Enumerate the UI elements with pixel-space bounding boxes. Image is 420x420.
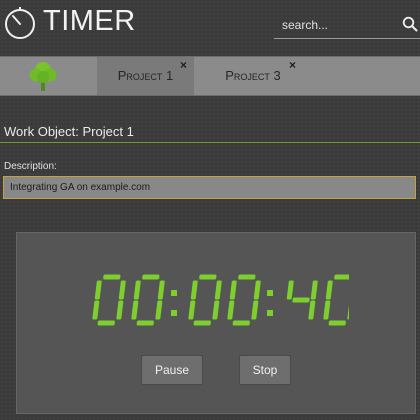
timer-digit — [227, 274, 261, 326]
digit-segment — [310, 280, 318, 300]
colon-dot — [171, 290, 177, 296]
digit-segment — [116, 300, 124, 320]
digit-segment — [193, 320, 211, 326]
stop-button[interactable]: Stop — [239, 355, 291, 385]
digit-segment — [232, 320, 250, 326]
digit-segment — [97, 320, 115, 326]
digit-segment — [103, 274, 121, 280]
close-icon[interactable]: × — [289, 58, 296, 72]
digit-segment — [94, 280, 102, 300]
pause-button[interactable]: Pause — [141, 355, 203, 385]
tab-project-1[interactable]: Project 1 × — [97, 57, 194, 95]
digit-segment — [133, 280, 141, 300]
timer-digit — [92, 274, 126, 326]
digit-segment — [142, 274, 160, 280]
stopwatch-icon — [5, 7, 35, 39]
digit-segment — [323, 300, 331, 320]
digit-segment — [238, 274, 256, 280]
tab-label: Project 3 — [225, 68, 281, 83]
app-header: TIMER — [0, 0, 420, 55]
tab-project-3[interactable]: Project 3 × — [208, 57, 298, 95]
search-input[interactable] — [280, 14, 394, 36]
digit-segment — [190, 280, 198, 300]
digit-segment — [118, 280, 126, 300]
timer-display — [92, 274, 349, 326]
divider — [0, 142, 420, 143]
digit-segment — [131, 300, 139, 320]
digit-segment — [292, 297, 310, 303]
digit-segment — [188, 300, 196, 320]
work-object-heading: Work Object: Project 1 — [4, 124, 134, 139]
digit-segment — [308, 300, 316, 320]
timer-digit — [188, 274, 222, 326]
digit-segment — [334, 274, 349, 280]
colon-dot — [171, 310, 177, 316]
digit-segment — [325, 280, 333, 300]
timer-digit — [286, 280, 318, 320]
description-label: Description: — [4, 161, 57, 172]
digit-segment — [214, 280, 222, 300]
digit-segment — [347, 300, 349, 320]
digit-segment — [136, 320, 154, 326]
timer-panel: Pause Stop — [16, 232, 416, 414]
digit-segment — [328, 320, 346, 326]
digit-segment — [212, 300, 220, 320]
colon-dot — [267, 310, 273, 316]
app-title: TIMER — [43, 5, 136, 37]
digit-segment — [286, 280, 294, 300]
timer-digit — [131, 274, 165, 326]
digit-segment — [199, 274, 217, 280]
close-icon[interactable]: × — [180, 58, 187, 72]
digit-segment — [155, 300, 163, 320]
digit-segment — [253, 280, 261, 300]
digit-segment — [227, 300, 235, 320]
digit-segment — [92, 300, 100, 320]
search-icon[interactable] — [402, 16, 418, 32]
search-box — [274, 10, 420, 39]
digit-segment — [251, 300, 259, 320]
timer-digit — [323, 274, 349, 326]
tab-home[interactable] — [0, 57, 96, 95]
digit-segment — [157, 280, 165, 300]
project-tab-bar: Project 1 × Project 3 × — [0, 56, 420, 96]
tree-icon — [29, 62, 57, 91]
colon-dot — [267, 290, 273, 296]
digit-segment — [229, 280, 237, 300]
description-field[interactable] — [3, 176, 416, 199]
